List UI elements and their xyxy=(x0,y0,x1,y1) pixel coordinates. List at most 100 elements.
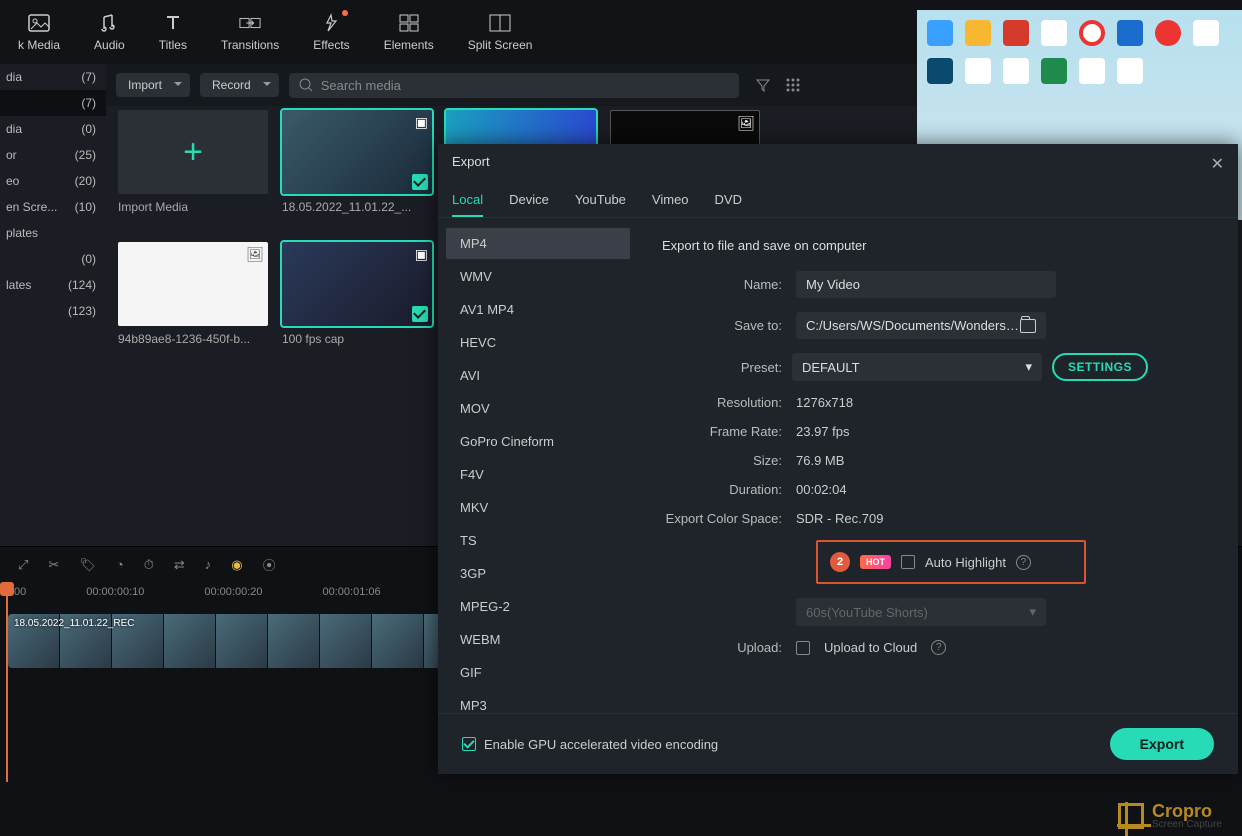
gpu-checkbox[interactable] xyxy=(462,737,476,751)
splitscreen-tool[interactable]: Split Screen xyxy=(460,8,541,56)
settings-button[interactable]: SETTINGS xyxy=(1052,353,1148,381)
effects-icon xyxy=(320,12,342,34)
format-3gp[interactable]: 3GP xyxy=(446,558,630,589)
dialog-footer: Enable GPU accelerated video encoding Ex… xyxy=(438,713,1238,774)
sidebar-item[interactable]: dia(7) xyxy=(0,64,106,90)
format-mpeg2[interactable]: MPEG-2 xyxy=(446,591,630,622)
folder-icon[interactable] xyxy=(1020,319,1036,333)
tab-vimeo[interactable]: Vimeo xyxy=(652,184,689,217)
cropro-watermark: Cropro Screen Capture xyxy=(1118,802,1222,830)
search-icon xyxy=(299,78,313,92)
tool-label: Audio xyxy=(94,38,125,52)
playhead[interactable] xyxy=(6,582,8,782)
transitions-icon xyxy=(239,12,261,34)
format-mov[interactable]: MOV xyxy=(446,393,630,424)
titles-icon xyxy=(162,12,184,34)
export-dialog: Export ✕ Local Device YouTube Vimeo DVD … xyxy=(438,144,1238,774)
format-mp3[interactable]: MP3 xyxy=(446,690,630,713)
timer-icon[interactable]: ⏱ xyxy=(144,557,154,573)
format-ts[interactable]: TS xyxy=(446,525,630,556)
tab-device[interactable]: Device xyxy=(509,184,549,217)
auto-icon[interactable]: ◉ xyxy=(231,557,242,573)
transitions-tool[interactable]: Transitions xyxy=(213,8,287,56)
search-media-input[interactable]: Search media xyxy=(289,73,739,98)
autohl-checkbox[interactable] xyxy=(901,555,915,569)
help-icon[interactable]: ? xyxy=(1016,555,1031,570)
upload-value: Upload to Cloud xyxy=(824,640,917,655)
expand-icon[interactable]: ⤢ xyxy=(18,557,28,573)
export-confirm-button[interactable]: Export xyxy=(1110,728,1214,760)
import-dropdown[interactable]: Import xyxy=(116,73,190,97)
size-value: 76.9 MB xyxy=(796,453,844,468)
saveto-input[interactable]: C:/Users/WS/Documents/Wondershare/W xyxy=(796,312,1046,339)
sidebar-item[interactable]: (0) xyxy=(0,246,106,272)
speed-icon[interactable]: ◔ xyxy=(116,557,124,572)
titles-tool[interactable]: Titles xyxy=(151,8,195,56)
format-wmv[interactable]: WMV xyxy=(446,261,630,292)
record-dropdown[interactable]: Record xyxy=(200,73,279,97)
crop-icon xyxy=(1118,803,1144,829)
media-thumb[interactable]: ▣ 100 fps cap xyxy=(282,242,432,346)
check-icon xyxy=(412,306,428,322)
format-avi[interactable]: AVI xyxy=(446,360,630,391)
framerate-value: 23.97 fps xyxy=(796,424,850,439)
sidebar-item[interactable]: (7) xyxy=(0,90,106,116)
tab-dvd[interactable]: DVD xyxy=(715,184,742,217)
autohl-label: Auto Highlight xyxy=(925,555,1006,570)
sidebar-item[interactable]: (123) xyxy=(0,298,106,324)
tab-youtube[interactable]: YouTube xyxy=(575,184,626,217)
tool-label: k Media xyxy=(18,38,60,52)
tool-label: Titles xyxy=(159,38,187,52)
shorts-select[interactable]: 60s(YouTube Shorts) ▾ xyxy=(796,598,1046,626)
elements-tool[interactable]: Elements xyxy=(376,8,442,56)
sidebar-item[interactable]: dia(0) xyxy=(0,116,106,142)
close-icon[interactable]: ✕ xyxy=(1211,154,1224,174)
audio-tool[interactable]: Audio xyxy=(86,8,133,56)
upload-label: Upload: xyxy=(662,640,782,655)
sidebar-item[interactable]: en Scre...(10) xyxy=(0,194,106,220)
media-thumb[interactable]: 🖼 94b89ae8-1236-450f-b... xyxy=(118,242,268,346)
tag-icon[interactable]: 🏷 xyxy=(79,557,96,573)
format-mkv[interactable]: MKV xyxy=(446,492,630,523)
sidebar-item[interactable]: plates xyxy=(0,220,106,246)
sidebar-item[interactable]: or(25) xyxy=(0,142,106,168)
cut-icon[interactable]: ✂ xyxy=(48,557,59,573)
media-thumb[interactable]: ▣ 18.05.2022_11.01.22_... xyxy=(282,110,432,214)
export-tabs: Local Device YouTube Vimeo DVD xyxy=(438,184,1238,218)
hot-badge: HOT xyxy=(860,555,891,569)
sidebar-item[interactable]: lates(124) xyxy=(0,272,106,298)
size-label: Size: xyxy=(662,453,782,468)
preset-label: Preset: xyxy=(662,360,782,375)
tool-label: Split Screen xyxy=(468,38,533,52)
format-f4v[interactable]: F4V xyxy=(446,459,630,490)
adjust-icon[interactable]: ⇄ xyxy=(174,557,185,573)
format-hevc[interactable]: HEVC xyxy=(446,327,630,358)
filter-icon[interactable] xyxy=(755,77,771,93)
format-gopro[interactable]: GoPro Cineform xyxy=(446,426,630,457)
name-input[interactable]: My Video xyxy=(796,271,1056,298)
effects-tool[interactable]: Effects xyxy=(305,8,357,56)
stock-media-tool[interactable]: k Media xyxy=(10,8,68,56)
duration-value: 00:02:04 xyxy=(796,482,847,497)
export-settings: Export to file and save on computer Name… xyxy=(638,218,1238,713)
sidebar-item[interactable]: eo(20) xyxy=(0,168,106,194)
format-av1mp4[interactable]: AV1 MP4 xyxy=(446,294,630,325)
import-media-tile[interactable]: + Import Media xyxy=(118,110,268,214)
preset-select[interactable]: DEFAULT ▾ xyxy=(792,353,1042,381)
format-mp4[interactable]: MP4 xyxy=(446,228,630,259)
resolution-label: Resolution: xyxy=(662,395,782,410)
audio-icon[interactable]: ♪ xyxy=(205,557,212,572)
video-icon: ▣ xyxy=(415,114,428,131)
grid-icon[interactable] xyxy=(785,77,801,93)
dialog-title: Export xyxy=(452,154,490,174)
help-icon[interactable]: ? xyxy=(931,640,946,655)
record-icon[interactable]: ⦿ xyxy=(263,555,276,574)
image-icon: 🖼 xyxy=(246,246,264,263)
audio-icon xyxy=(98,12,120,34)
format-webm[interactable]: WEBM xyxy=(446,624,630,655)
upload-checkbox[interactable] xyxy=(796,641,810,655)
media-icon xyxy=(28,12,50,34)
format-gif[interactable]: GIF xyxy=(446,657,630,688)
tab-local[interactable]: Local xyxy=(452,184,483,217)
name-label: Name: xyxy=(662,277,782,292)
